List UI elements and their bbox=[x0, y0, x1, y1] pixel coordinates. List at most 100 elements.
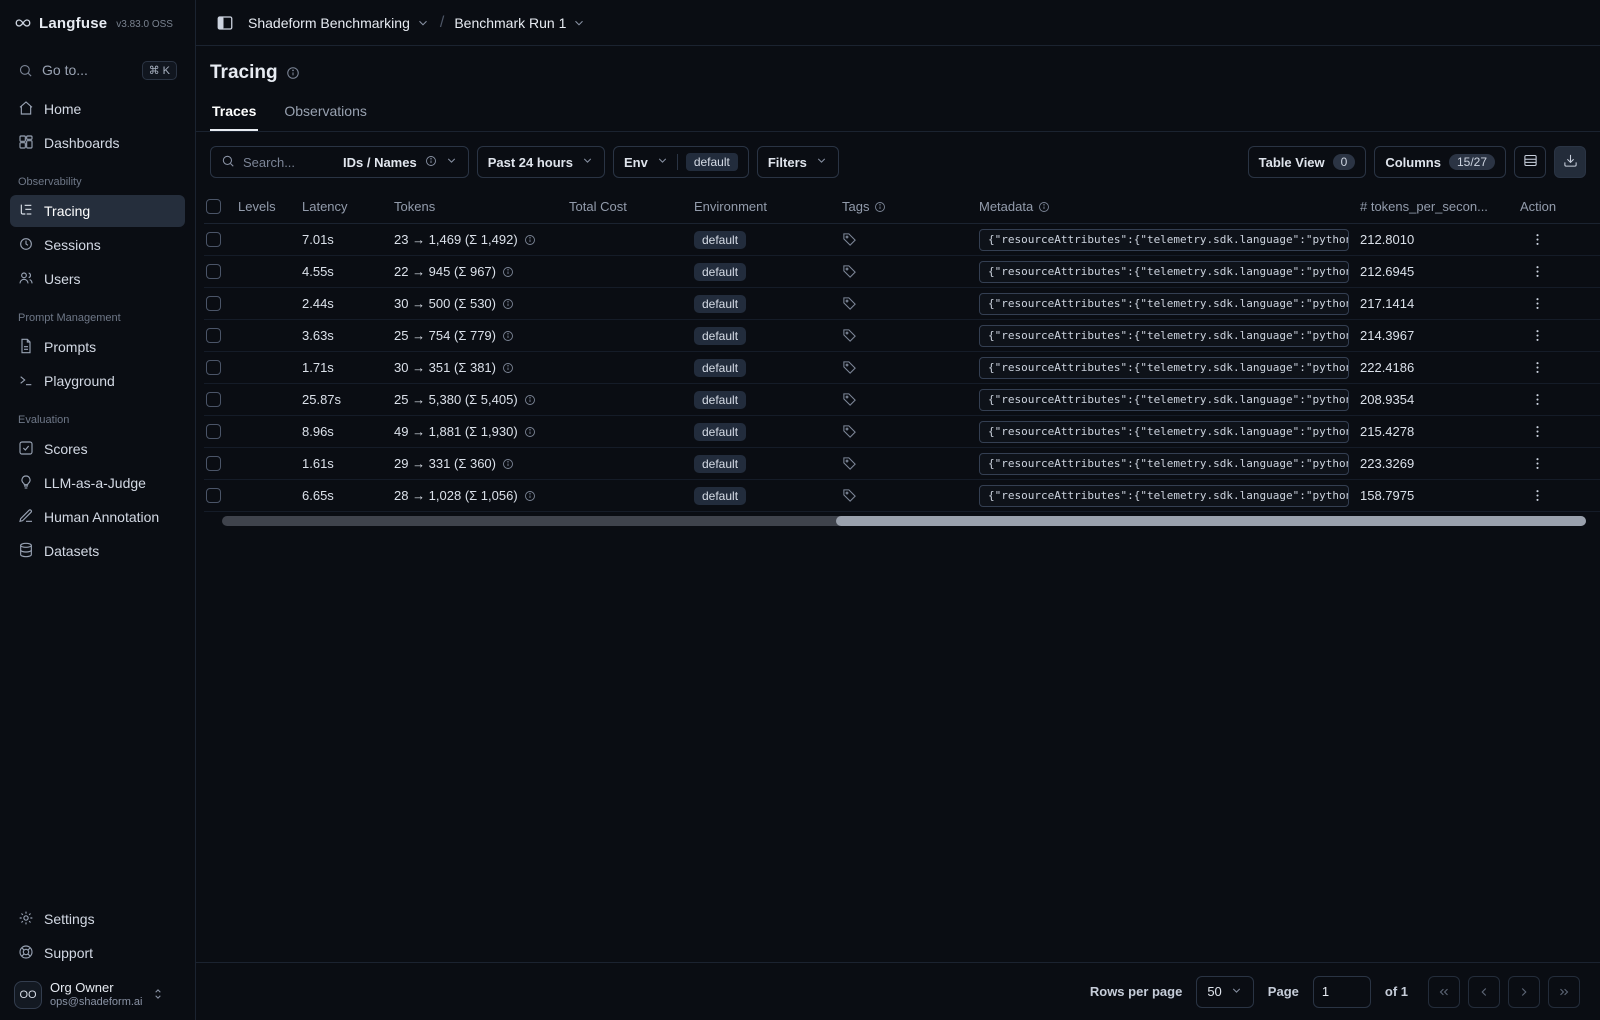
sidebar-item-sessions[interactable]: Sessions bbox=[10, 229, 185, 261]
metadata-preview[interactable]: {"resourceAttributes":{"telemetry.sdk.la… bbox=[979, 228, 1349, 251]
row-actions-button[interactable] bbox=[1526, 324, 1549, 347]
sidebar-item-llm-as-a-judge[interactable]: LLM-as-a-Judge bbox=[10, 467, 185, 499]
next-page-button[interactable] bbox=[1508, 975, 1540, 1008]
row-actions-button[interactable] bbox=[1526, 260, 1549, 283]
column-header-total-cost[interactable]: Total Cost bbox=[569, 199, 694, 214]
column-header-metadata[interactable]: Metadata bbox=[979, 199, 1360, 214]
tag-icon[interactable] bbox=[842, 232, 857, 247]
select-all-checkbox[interactable] bbox=[206, 199, 221, 214]
row-actions-button[interactable] bbox=[1526, 420, 1549, 443]
table-row[interactable]: 3.63s 25 → 754 (Σ 779) default {"resourc… bbox=[204, 320, 1600, 352]
tag-icon[interactable] bbox=[842, 392, 857, 407]
sidebar-toggle-button[interactable] bbox=[212, 10, 238, 36]
columns-button[interactable]: Columns 15/27 bbox=[1374, 146, 1506, 178]
sidebar-item-settings[interactable]: Settings bbox=[10, 903, 185, 935]
filters-button[interactable]: Filters bbox=[756, 146, 839, 178]
metadata-preview[interactable]: {"resourceAttributes":{"telemetry.sdk.la… bbox=[979, 388, 1349, 411]
metadata-preview[interactable]: {"resourceAttributes":{"telemetry.sdk.la… bbox=[979, 260, 1349, 283]
tokens-per-second-cell: 217.1414 bbox=[1360, 296, 1415, 311]
sidebar-item-human-annotation[interactable]: Human Annotation bbox=[10, 501, 185, 533]
column-header-tags[interactable]: Tags bbox=[842, 199, 979, 214]
column-header-environment[interactable]: Environment bbox=[694, 199, 842, 214]
row-actions-button[interactable] bbox=[1526, 356, 1549, 379]
database-icon bbox=[18, 542, 34, 561]
metadata-preview[interactable]: {"resourceAttributes":{"telemetry.sdk.la… bbox=[979, 356, 1349, 379]
sidebar-item-dashboards[interactable]: Dashboards bbox=[10, 127, 185, 159]
user-menu[interactable]: OO Org Owner ops@shadeform.ai bbox=[10, 974, 185, 1010]
row-actions-button[interactable] bbox=[1526, 292, 1549, 315]
column-header-latency[interactable]: Latency bbox=[302, 199, 394, 214]
table-row[interactable]: 4.55s 22 → 945 (Σ 967) default {"resourc… bbox=[204, 256, 1600, 288]
row-actions-button[interactable] bbox=[1526, 452, 1549, 475]
horizontal-scrollbar[interactable] bbox=[222, 516, 1586, 526]
brand-name: Langfuse bbox=[39, 14, 108, 32]
column-header-levels[interactable]: Levels bbox=[238, 199, 302, 214]
metadata-preview[interactable]: {"resourceAttributes":{"telemetry.sdk.la… bbox=[979, 324, 1349, 347]
table-row[interactable]: 25.87s 25 → 5,380 (Σ 5,405) default {"re… bbox=[204, 384, 1600, 416]
sidebar-item-label: Users bbox=[44, 271, 81, 287]
row-checkbox[interactable] bbox=[206, 456, 221, 471]
page-input[interactable] bbox=[1312, 975, 1371, 1008]
export-button[interactable] bbox=[1554, 146, 1586, 178]
row-actions-button[interactable] bbox=[1526, 388, 1549, 411]
table-row[interactable]: 1.61s 29 → 331 (Σ 360) default {"resourc… bbox=[204, 448, 1600, 480]
sidebar-item-tracing[interactable]: Tracing bbox=[10, 195, 185, 227]
row-checkbox[interactable] bbox=[206, 232, 221, 247]
tag-icon[interactable] bbox=[842, 296, 857, 311]
table-row[interactable]: 1.71s 30 → 351 (Σ 381) default {"resourc… bbox=[204, 352, 1600, 384]
column-header-tokens-per-second[interactable]: # tokens_per_secon... bbox=[1360, 199, 1520, 214]
breadcrumb-project[interactable]: Shadeform Benchmarking bbox=[248, 15, 430, 31]
metadata-preview[interactable]: {"resourceAttributes":{"telemetry.sdk.la… bbox=[979, 452, 1349, 475]
tag-icon[interactable] bbox=[842, 264, 857, 279]
breadcrumb-run[interactable]: Benchmark Run 1 bbox=[454, 15, 586, 31]
tag-icon[interactable] bbox=[842, 328, 857, 343]
search-input[interactable] bbox=[243, 154, 335, 170]
sidebar-item-prompts[interactable]: Prompts bbox=[10, 331, 185, 363]
goto-button[interactable]: Go to... ⌘ K bbox=[10, 54, 185, 86]
row-checkbox[interactable] bbox=[206, 392, 221, 407]
table-view-button[interactable]: Table View 0 bbox=[1247, 146, 1367, 178]
metadata-preview[interactable]: {"resourceAttributes":{"telemetry.sdk.la… bbox=[979, 292, 1349, 315]
table-row[interactable]: 2.44s 30 → 500 (Σ 530) default {"resourc… bbox=[204, 288, 1600, 320]
last-page-button[interactable] bbox=[1548, 975, 1580, 1008]
search-control[interactable]: IDs / Names bbox=[210, 146, 469, 178]
row-actions-button[interactable] bbox=[1526, 228, 1549, 251]
rows-per-page-select[interactable]: 50 bbox=[1196, 975, 1254, 1008]
previous-page-button[interactable] bbox=[1468, 975, 1500, 1008]
gear-icon bbox=[18, 910, 34, 929]
sidebar-item-support[interactable]: Support bbox=[10, 937, 185, 969]
tag-icon[interactable] bbox=[842, 456, 857, 471]
table-row[interactable]: 8.96s 49 → 1,881 (Σ 1,930) default {"res… bbox=[204, 416, 1600, 448]
row-checkbox[interactable] bbox=[206, 488, 221, 503]
sidebar-item-scores[interactable]: Scores bbox=[10, 433, 185, 465]
row-checkbox[interactable] bbox=[206, 328, 221, 343]
scrollbar-thumb[interactable] bbox=[835, 516, 1586, 526]
row-height-button[interactable] bbox=[1514, 146, 1546, 178]
sidebar-item-playground[interactable]: Playground bbox=[10, 365, 185, 397]
info-icon bbox=[286, 66, 300, 80]
table-row[interactable]: 6.65s 28 → 1,028 (Σ 1,056) default {"res… bbox=[204, 480, 1600, 512]
tab-traces[interactable]: Traces bbox=[210, 94, 259, 131]
row-checkbox[interactable] bbox=[206, 424, 221, 439]
column-header-tokens[interactable]: Tokens bbox=[394, 199, 569, 214]
env-filter[interactable]: Env default bbox=[612, 146, 749, 178]
sidebar-item-users[interactable]: Users bbox=[10, 263, 185, 295]
metadata-preview[interactable]: {"resourceAttributes":{"telemetry.sdk.la… bbox=[979, 484, 1349, 507]
row-checkbox[interactable] bbox=[206, 264, 221, 279]
row-actions-button[interactable] bbox=[1526, 484, 1549, 507]
tag-icon[interactable] bbox=[842, 424, 857, 439]
sidebar-item-datasets[interactable]: Datasets bbox=[10, 535, 185, 567]
time-range-filter[interactable]: Past 24 hours bbox=[476, 146, 605, 178]
tab-observations[interactable]: Observations bbox=[282, 94, 368, 131]
metadata-cell: {"resourceAttributes":{"telemetry.sdk.la… bbox=[979, 388, 1360, 411]
tag-icon[interactable] bbox=[842, 360, 857, 375]
row-checkbox[interactable] bbox=[206, 296, 221, 311]
row-checkbox[interactable] bbox=[206, 360, 221, 375]
environment-cell: default bbox=[694, 358, 842, 377]
action-cell bbox=[1520, 260, 1560, 283]
tag-icon[interactable] bbox=[842, 488, 857, 503]
first-page-button[interactable] bbox=[1428, 975, 1460, 1008]
metadata-preview[interactable]: {"resourceAttributes":{"telemetry.sdk.la… bbox=[979, 420, 1349, 443]
table-row[interactable]: 7.01s 23 → 1,469 (Σ 1,492) default {"res… bbox=[204, 224, 1600, 256]
sidebar-item-home[interactable]: Home bbox=[10, 93, 185, 125]
